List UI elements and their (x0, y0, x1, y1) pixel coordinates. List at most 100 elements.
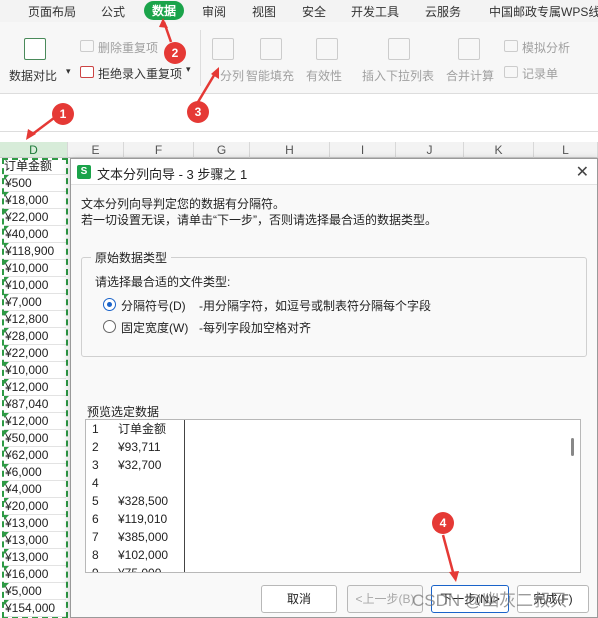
menu-bar: 页面布局 公式 数据 审阅 视图 安全 开发工具 云服务 中国邮政专属WPS线 (0, 0, 598, 22)
delimited-radio-label[interactable]: 分隔符号(D) (121, 297, 186, 314)
preview-row-number: 9 (92, 566, 99, 573)
column-header-d[interactable]: D (0, 142, 68, 158)
menu-page-layout[interactable]: 页面布局 (28, 3, 76, 20)
preview-row-number: 2 (92, 440, 99, 454)
cell-value[interactable]: ¥62,000 (4, 447, 66, 464)
menu-view[interactable]: 视图 (252, 3, 276, 20)
delimited-radio-desc: -用分隔字符，如逗号或制表符分隔每个字段 (199, 299, 431, 313)
menu-developer[interactable]: 开发工具 (351, 3, 399, 20)
cell-value[interactable]: ¥6,000 (4, 464, 66, 481)
cell-value[interactable]: ¥13,000 (4, 515, 66, 532)
annotation-badge-3: 3 (187, 101, 209, 123)
formula-bar[interactable] (0, 94, 598, 132)
preview-scrollbar[interactable] (571, 438, 574, 456)
merge-calc-button[interactable]: 合并计算 (446, 67, 494, 84)
cell-value[interactable]: ¥28,000 (4, 328, 66, 345)
dialog-intro-line2: 若一切设置无误，请单击“下一步”，否则请选择最合适的数据类型。 (81, 213, 437, 227)
annotation-badge-1: 1 (52, 103, 74, 125)
cell-text: ¥154,000 (5, 601, 56, 615)
dialog-intro-line1: 文本分列向导判定您的数据有分隔符。 (81, 197, 286, 211)
preview-row-number: 5 (92, 494, 99, 508)
preview-row: 5 ¥328,500 (86, 492, 182, 510)
cell-value[interactable]: ¥10,000 (4, 260, 66, 277)
cell-value[interactable]: ¥10,000 (4, 362, 66, 379)
insert-dropdown-icon (388, 38, 410, 60)
cell-text: ¥13,000 (5, 516, 49, 530)
preview-row-value: ¥102,000 (118, 548, 169, 562)
cell-text: ¥22,000 (5, 210, 49, 224)
cell-value[interactable]: ¥7,000 (4, 294, 66, 311)
cell-text: ¥6,000 (5, 465, 42, 479)
cell-text: ¥40,000 (5, 227, 49, 241)
annotation-badge-4: 4 (432, 512, 454, 534)
cell-header[interactable]: 订单金额 (4, 158, 66, 175)
cell-value[interactable]: ¥12,800 (4, 311, 66, 328)
cell-text: ¥20,000 (5, 499, 49, 513)
cell-value[interactable]: ¥118,900 (4, 243, 66, 260)
watermark: CSDN @幽灰二叔只 (412, 591, 568, 610)
delimited-radio[interactable] (103, 298, 116, 311)
record-button[interactable]: 记录单 (522, 65, 558, 82)
column-header-f[interactable]: F (124, 142, 194, 158)
preview-row-value: ¥93,711 (118, 440, 161, 454)
split-column-button[interactable]: 分列 (220, 67, 244, 84)
cell-value[interactable]: ¥40,000 (4, 226, 66, 243)
column-header-j[interactable]: J (396, 142, 464, 158)
validity-button[interactable]: 有效性 (306, 67, 342, 84)
cell-value[interactable]: ¥13,000 (4, 532, 66, 549)
cell-value[interactable]: ¥12,000 (4, 379, 66, 396)
menu-postal-wps[interactable]: 中国邮政专属WPS线 (489, 3, 598, 20)
column-header-h[interactable]: H (250, 142, 330, 158)
cell-value[interactable]: ¥16,000 (4, 566, 66, 583)
simulate-icon (504, 40, 518, 52)
chevron-down-icon: ▾ (186, 64, 191, 74)
menu-formula[interactable]: 公式 (101, 3, 125, 20)
cell-value[interactable]: ¥500 (4, 175, 66, 192)
delete-duplicate-button[interactable]: 删除重复项 (98, 39, 158, 56)
preview-row: 8 ¥102,000 (86, 546, 182, 564)
cell-value[interactable]: ¥13,000 (4, 549, 66, 566)
cell-value[interactable]: ¥22,000 (4, 345, 66, 362)
data-compare-icon[interactable] (24, 38, 46, 60)
fixed-width-radio[interactable] (103, 320, 116, 333)
preview-row-value: ¥385,000 (118, 530, 169, 544)
ribbon: 数据对比 ▾ 删除重复项 拒绝录入重复项 ▾ 分列 智能填充 有效性 插入下拉列… (0, 22, 598, 94)
reject-duplicate-icon (80, 66, 94, 78)
cell-text: ¥12,800 (5, 312, 49, 326)
menu-data[interactable]: 数据 (144, 1, 185, 20)
column-header-k[interactable]: K (464, 142, 534, 158)
cell-value[interactable]: ¥154,000 (4, 600, 66, 617)
cell-value[interactable]: ¥5,000 (4, 583, 66, 600)
preview-box[interactable]: 1 订单金额 2 ¥93,711 3 ¥32,700 4 5 ¥328,500 6 ¥119,010… (85, 419, 581, 573)
cell-text: ¥4,000 (5, 482, 42, 496)
column-header-i[interactable]: I (330, 142, 396, 158)
preview-row: 1 订单金额 (86, 420, 182, 438)
cell-value[interactable]: ¥18,000 (4, 192, 66, 209)
menu-cloud[interactable]: 云服务 (425, 3, 461, 20)
menu-security[interactable]: 安全 (302, 3, 326, 20)
cell-value[interactable]: ¥87,040 (4, 396, 66, 413)
close-icon[interactable]: ✕ (576, 162, 589, 182)
reject-duplicate-button[interactable]: 拒绝录入重复项 (98, 65, 182, 82)
column-header-l[interactable]: L (534, 142, 598, 158)
column-header-e[interactable]: E (68, 142, 124, 158)
preview-row: 3 ¥32,700 (86, 456, 182, 474)
cell-value[interactable]: ¥22,000 (4, 209, 66, 226)
cell-text: ¥10,000 (5, 363, 49, 377)
simulate-analysis-button[interactable]: 模拟分析 (522, 39, 570, 56)
cell-value[interactable]: ¥50,000 (4, 430, 66, 447)
fixed-width-radio-label[interactable]: 固定宽度(W) (121, 319, 188, 336)
menu-review[interactable]: 审阅 (202, 3, 226, 20)
cell-value[interactable]: ¥20,000 (4, 498, 66, 515)
cell-value[interactable]: ¥4,000 (4, 481, 66, 498)
column-header-g[interactable]: G (194, 142, 250, 158)
cancel-button[interactable]: 取消 (261, 585, 337, 613)
smart-fill-button[interactable]: 智能填充 (246, 67, 294, 84)
cell-text: ¥12,000 (5, 380, 49, 394)
data-compare-button[interactable]: 数据对比 (9, 67, 57, 84)
cell-value[interactable]: ¥10,000 (4, 277, 66, 294)
insert-dropdown-button[interactable]: 插入下拉列表 (362, 67, 434, 84)
cell-value[interactable]: ¥12,000 (4, 413, 66, 430)
cell-text: ¥10,000 (5, 261, 49, 275)
preview-row: 9 ¥75,000 (86, 564, 182, 573)
